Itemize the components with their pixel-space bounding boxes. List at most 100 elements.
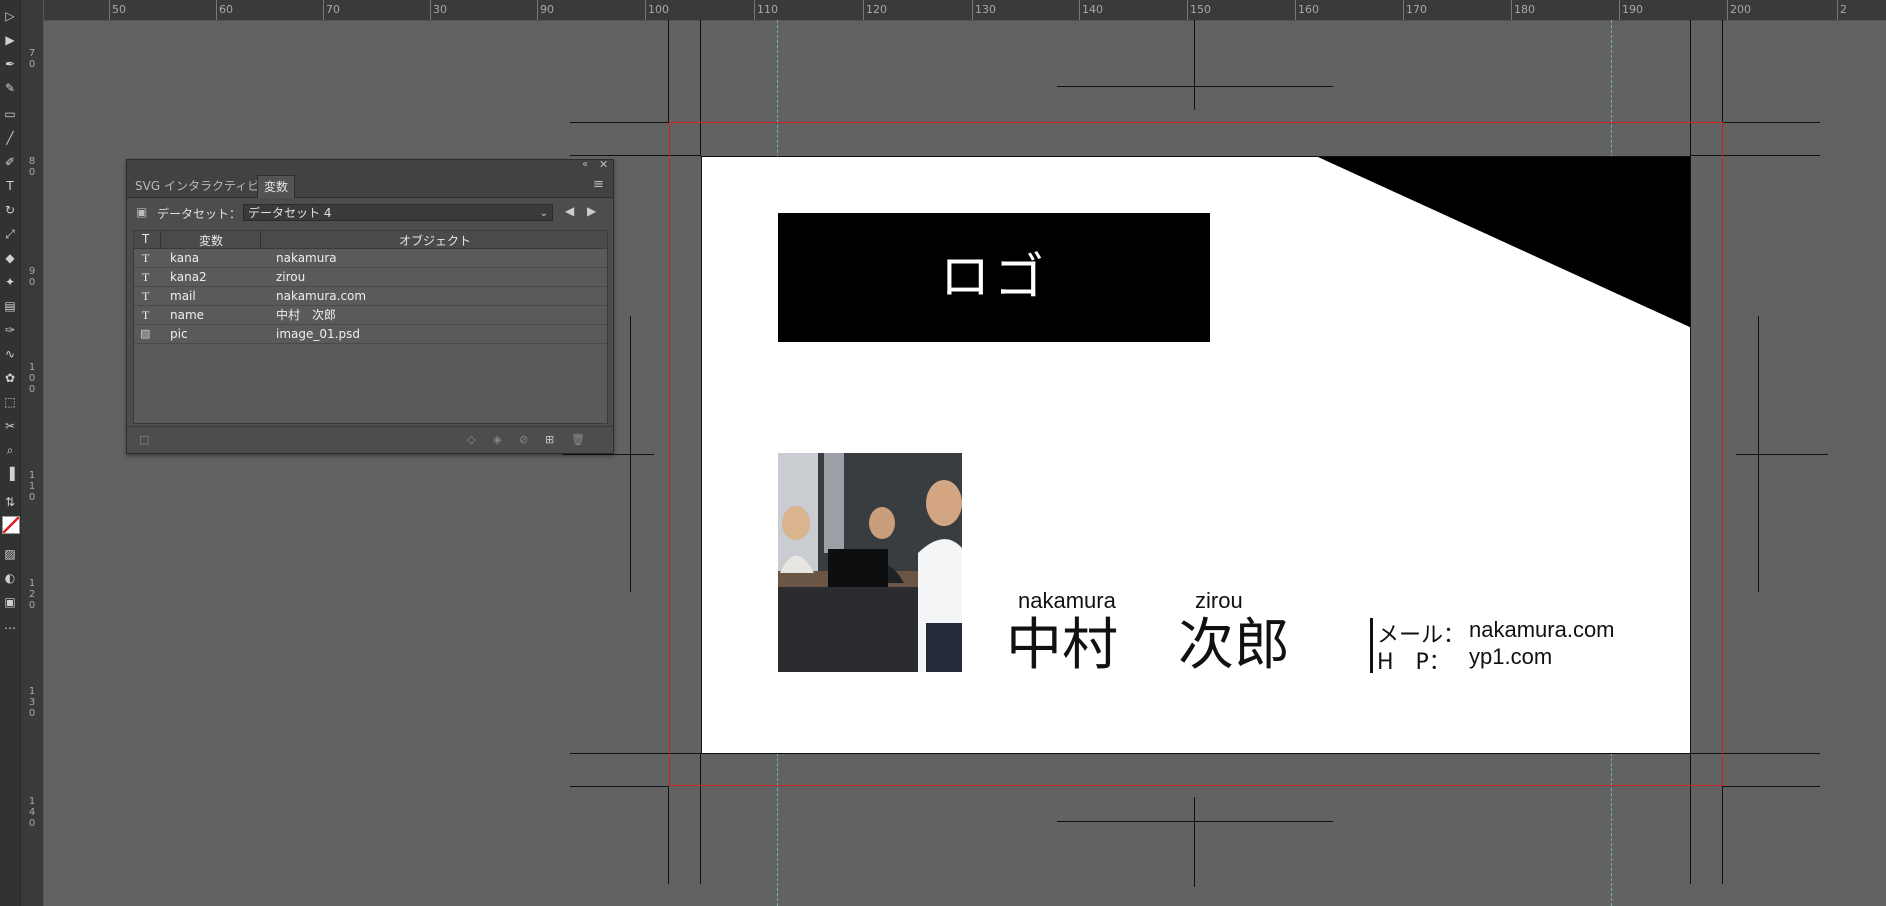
ruler-tick: [1837, 0, 1838, 20]
text-variable-icon: T: [142, 251, 150, 265]
eyedropper-tool-icon[interactable]: ✑: [2, 322, 18, 338]
ruler-label: 190: [1622, 3, 1643, 16]
business-card-artboard[interactable]: ロゴ nakamura zirou 中村 次郎 メール： nakamura.co…: [701, 156, 1691, 754]
ruler-tick: [430, 0, 431, 20]
previous-dataset-icon[interactable]: ◀: [565, 204, 574, 218]
scale-tool-icon[interactable]: ⤢: [2, 226, 18, 242]
kana-family-name[interactable]: nakamura: [1018, 588, 1116, 614]
horizontal-ruler[interactable]: 50 60 70 30 90 100 110 120 130 140 150 160 170 180 190…: [21, 0, 1886, 21]
capture-dataset-icon[interactable]: ▣: [136, 205, 147, 219]
ruler-label: 150: [1190, 3, 1211, 16]
lock-icon[interactable]: □: [139, 433, 149, 446]
tools-panel: ▷ ▶ ✒ ✎ ▭ ╱ ✐ T ↻ ⤢ ◆ ✦ ▤ ✑ ∿ ✿ ⬚ ✂ ⌕ ▐ …: [0, 0, 21, 906]
hp-label: H P：: [1377, 650, 1451, 675]
ruler-label: 30: [433, 3, 447, 16]
puppet-warp-tool-icon[interactable]: ✦: [2, 274, 18, 290]
ruler-label: 1 2 0: [28, 578, 36, 611]
make-static-icon[interactable]: ◇: [467, 433, 475, 446]
image-variable-icon: ▨: [140, 327, 151, 340]
panel-menu-icon[interactable]: ≡: [593, 177, 604, 192]
direct-selection-tool-icon[interactable]: ▶: [2, 32, 18, 48]
variables-table: T 変数 オブジェクト T kana nakamura T kana2 ziro…: [133, 230, 608, 424]
ruler-label: 170: [1406, 3, 1427, 16]
slice-tool-icon[interactable]: ✂: [2, 418, 18, 434]
col-object-header[interactable]: オブジェクト: [399, 232, 471, 249]
collapse-panel-icon[interactable]: «: [582, 159, 588, 170]
name-given[interactable]: 次郎: [1178, 613, 1290, 679]
text-variable-icon: T: [142, 289, 150, 303]
blend-tool-icon[interactable]: ∿: [2, 346, 18, 362]
draw-mode-icon[interactable]: ◐: [2, 570, 18, 586]
panel-tab-bar: SVG インタラクティビティ 変数 ≡: [127, 173, 613, 198]
crop-mark: [1722, 20, 1723, 122]
mail-value[interactable]: nakamura.com: [1469, 617, 1615, 643]
brush-tool-icon[interactable]: ✐: [2, 154, 18, 170]
symbol-sprayer-tool-icon[interactable]: ✿: [2, 370, 18, 386]
ruler-label: 70: [326, 3, 340, 16]
close-panel-icon[interactable]: ✕: [599, 158, 608, 171]
tab-variables[interactable]: 変数: [257, 175, 296, 198]
graph-tool-icon[interactable]: ▐: [2, 466, 18, 482]
vertical-ruler[interactable]: 7 0 8 0 9 0 1 0 0 1 1 0 1 2 0 1 3 0 1 4 0: [21, 0, 44, 906]
name-family[interactable]: 中村: [1006, 613, 1118, 679]
eraser-tool-icon[interactable]: ◆: [2, 250, 18, 266]
variable-name: pic: [170, 327, 188, 341]
variables-panel[interactable]: « ✕ SVG インタラクティビティ 変数 ≡ ▣ データセット： データセット…: [126, 158, 614, 454]
pen-tool-icon[interactable]: ✒: [2, 56, 18, 72]
ruler-label: 9 0: [28, 266, 36, 288]
table-row[interactable]: T mail nakamura.com: [134, 287, 607, 306]
swap-colors-icon[interactable]: ⇅: [2, 494, 18, 510]
screen-mode-icon[interactable]: ▣: [2, 594, 18, 610]
panel-title-bar[interactable]: « ✕: [127, 158, 613, 173]
color-mode-icon[interactable]: ▨: [2, 546, 18, 562]
ruler-label: 140: [1082, 3, 1103, 16]
ruler-tick: [754, 0, 755, 20]
zoom-tool-icon[interactable]: ⌕: [2, 442, 18, 458]
table-row[interactable]: T kana nakamura: [134, 249, 607, 268]
ruler-tick: [645, 0, 646, 20]
ruler-label: 130: [975, 3, 996, 16]
table-row[interactable]: ▨ pic image_01.psd: [134, 325, 607, 344]
selection-tool-icon[interactable]: ▷: [2, 8, 18, 24]
more-tools-icon[interactable]: ⋯: [2, 620, 18, 636]
table-row[interactable]: T name 中村 次郎: [134, 306, 607, 325]
variable-name: kana: [170, 251, 200, 265]
type-tool-icon[interactable]: T: [2, 178, 18, 194]
ruler-tick: [1619, 0, 1620, 20]
ruler-tick: [1079, 0, 1080, 20]
line-tool-icon[interactable]: ╱: [2, 130, 18, 146]
variable-object: nakamura: [276, 251, 337, 265]
crop-mark: [1722, 122, 1820, 123]
make-dynamic-icon[interactable]: ◈: [493, 433, 501, 446]
next-dataset-icon[interactable]: ▶: [587, 204, 596, 218]
rotate-tool-icon[interactable]: ↻: [2, 202, 18, 218]
hp-value[interactable]: yp1.com: [1469, 644, 1552, 670]
panel-footer: □ ◇ ◈ ⊘ ⊞ 🗑: [127, 426, 613, 451]
ruler-tick: [323, 0, 324, 20]
logo-placeholder[interactable]: ロゴ: [778, 213, 1210, 342]
new-variable-icon[interactable]: ⊞: [545, 433, 554, 446]
register-mark: [562, 454, 654, 455]
portrait-photo[interactable]: [778, 453, 962, 672]
gradient-tool-icon[interactable]: ▤: [2, 298, 18, 314]
col-variable-header[interactable]: 変数: [199, 232, 223, 249]
dataset-dropdown[interactable]: データセット 4 ⌄: [243, 204, 553, 221]
ruler-label: 7 0: [28, 48, 36, 70]
ruler-label: 110: [757, 3, 778, 16]
curvature-tool-icon[interactable]: ✎: [2, 80, 18, 96]
unbind-variable-icon[interactable]: ⊘: [519, 433, 528, 446]
delete-variable-icon[interactable]: 🗑: [571, 433, 585, 446]
contact-divider-bar: [1370, 618, 1373, 673]
table-row[interactable]: T kana2 zirou: [134, 268, 607, 287]
ruler-label: 200: [1730, 3, 1751, 16]
rectangle-tool-icon[interactable]: ▭: [2, 106, 18, 122]
register-mark: [1194, 797, 1195, 887]
crop-mark: [668, 20, 669, 122]
text-variable-icon: T: [142, 308, 150, 322]
dataset-value: データセット 4: [248, 206, 332, 220]
kana-given-name[interactable]: zirou: [1195, 588, 1243, 614]
col-type-header: T: [142, 232, 150, 246]
artboard-tool-icon[interactable]: ⬚: [2, 394, 18, 410]
ruler-tick: [1511, 0, 1512, 20]
fill-stroke-swatch-icon[interactable]: [2, 516, 20, 534]
